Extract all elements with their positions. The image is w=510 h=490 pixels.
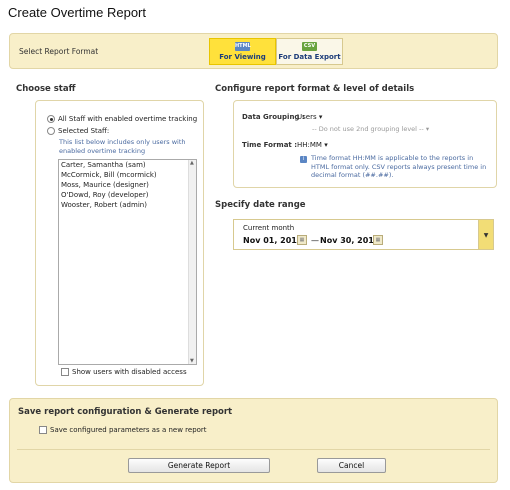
scroll-up-icon[interactable]: ▲	[190, 160, 194, 166]
time-format-value: HH:MM	[297, 141, 322, 149]
list-scrollbar[interactable]: ▲ ▼	[188, 160, 196, 364]
date-range-field[interactable]: Current month Nov 01, 2011 ▦ — Nov 30, 2…	[233, 219, 494, 250]
save-panel: Save report configuration & Generate rep…	[9, 398, 498, 483]
save-as-new-label: Save configured parameters as a new repo…	[50, 426, 207, 434]
end-date-value[interactable]: Nov 30, 2011	[320, 236, 379, 245]
second-grouping-value: -- Do not use 2nd grouping level --	[312, 125, 424, 133]
radio-all-staff-label: All Staff with enabled overtime tracking	[58, 115, 198, 123]
save-as-new-report[interactable]: Save configured parameters as a new repo…	[39, 426, 207, 434]
second-grouping-select[interactable]: -- Do not use 2nd grouping level -- ▾	[312, 125, 429, 133]
time-format-select[interactable]: HH:MM ▾	[297, 141, 328, 149]
show-disabled-users[interactable]: Show users with disabled access	[61, 368, 187, 376]
config-panel: Data Grouping : Users ▾ -- Do not use 2n…	[233, 100, 497, 188]
time-format-note: Time format HH:MM is applicable to the r…	[311, 154, 487, 179]
divider	[17, 449, 490, 450]
chevron-down-icon: ▾	[324, 141, 328, 149]
chevron-down-icon: ▾	[425, 125, 430, 133]
scroll-down-icon[interactable]: ▼	[190, 358, 194, 364]
staff-list-note: This list below includes only users with…	[59, 138, 186, 155]
date-range-caption: Current month	[243, 224, 295, 232]
save-panel-title: Save report configuration & Generate rep…	[18, 407, 233, 417]
staff-listbox[interactable]: Carter, Samantha (sam) McCormick, Bill (…	[58, 159, 197, 365]
list-item[interactable]: Moss, Maurice (designer)	[59, 180, 196, 190]
csv-file-icon: CSV	[302, 42, 317, 51]
staff-panel: All Staff with enabled overtime tracking…	[35, 100, 204, 386]
list-item[interactable]: McCormick, Bill (mcormick)	[59, 170, 196, 180]
format-csv-button[interactable]: CSV For Data Export	[276, 38, 343, 65]
configure-heading: Configure report format & level of detai…	[215, 84, 415, 94]
radio-selected-staff-label: Selected Staff:	[58, 127, 110, 135]
format-html-button[interactable]: HTML For Viewing	[209, 38, 276, 65]
calendar-icon[interactable]: ▦	[373, 235, 383, 245]
checkbox-icon[interactable]	[61, 368, 69, 376]
html-file-icon: HTML	[235, 42, 251, 51]
format-csv-label: For Data Export	[278, 53, 341, 61]
date-separator: —	[311, 236, 319, 245]
generate-report-button[interactable]: Generate Report	[128, 458, 270, 473]
info-icon: i	[300, 156, 307, 163]
report-format-bar: Select Report Format HTML For Viewing CS…	[9, 33, 498, 69]
data-grouping-value: Users	[297, 113, 317, 121]
calendar-icon[interactable]: ▦	[297, 235, 307, 245]
radio-selected-staff[interactable]: Selected Staff:	[47, 127, 109, 135]
date-range-dropdown[interactable]: ▼	[478, 219, 494, 250]
format-html-label: For Viewing	[219, 53, 266, 61]
cancel-button[interactable]: Cancel	[317, 458, 386, 473]
time-format-label: Time Format :	[242, 141, 298, 149]
choose-staff-heading: Choose staff	[16, 84, 76, 94]
radio-unchecked-icon[interactable]	[47, 127, 55, 135]
list-item[interactable]: Wooster, Robert (admin)	[59, 200, 196, 210]
list-item[interactable]: O'Dowd, Roy (developer)	[59, 190, 196, 200]
chevron-down-icon: ▼	[483, 232, 489, 239]
list-item[interactable]: Carter, Samantha (sam)	[59, 160, 196, 170]
radio-checked-icon[interactable]	[47, 115, 55, 123]
data-grouping-select[interactable]: Users ▾	[297, 113, 322, 121]
date-range-heading: Specify date range	[215, 200, 306, 210]
radio-all-staff[interactable]: All Staff with enabled overtime tracking	[47, 115, 197, 123]
show-disabled-label: Show users with disabled access	[72, 368, 187, 376]
format-label: Select Report Format	[19, 47, 99, 56]
chevron-down-icon: ▾	[318, 113, 323, 121]
page-title: Create Overtime Report	[8, 5, 146, 20]
checkbox-icon[interactable]	[39, 426, 47, 434]
start-date-value[interactable]: Nov 01, 2011	[243, 236, 302, 245]
data-grouping-label: Data Grouping :	[242, 113, 305, 121]
